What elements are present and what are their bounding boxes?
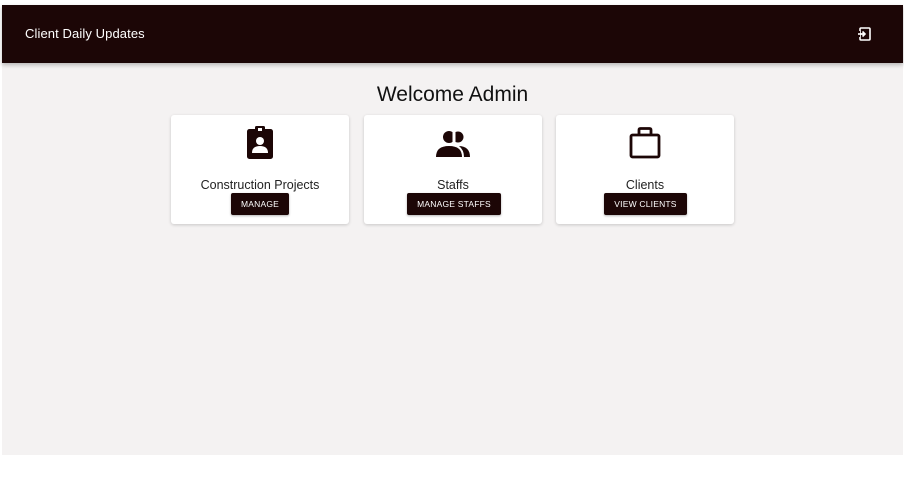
card-clients: Clients VIEW CLIENTS xyxy=(556,115,734,224)
card-construction-projects: Construction Projects MANAGE xyxy=(171,115,349,224)
manage-projects-button[interactable]: MANAGE xyxy=(231,193,289,215)
logout-icon[interactable] xyxy=(855,25,873,43)
card-label: Clients xyxy=(625,178,665,192)
people-icon xyxy=(364,125,542,161)
card-staffs: Staffs MANAGE STAFFS xyxy=(364,115,542,224)
badge-icon xyxy=(171,125,349,161)
manage-staffs-button[interactable]: MANAGE STAFFS xyxy=(407,193,501,215)
card-label: Construction Projects xyxy=(200,178,320,192)
welcome-heading: Welcome Admin xyxy=(376,83,529,106)
card-label: Staffs xyxy=(437,178,469,192)
view-clients-button[interactable]: VIEW CLIENTS xyxy=(604,193,687,215)
app-frame: Client Daily Updates Welcome Admin Const… xyxy=(2,5,903,455)
briefcase-icon xyxy=(556,125,734,161)
app-title: Client Daily Updates xyxy=(25,26,145,41)
app-bar: Client Daily Updates xyxy=(2,5,903,63)
